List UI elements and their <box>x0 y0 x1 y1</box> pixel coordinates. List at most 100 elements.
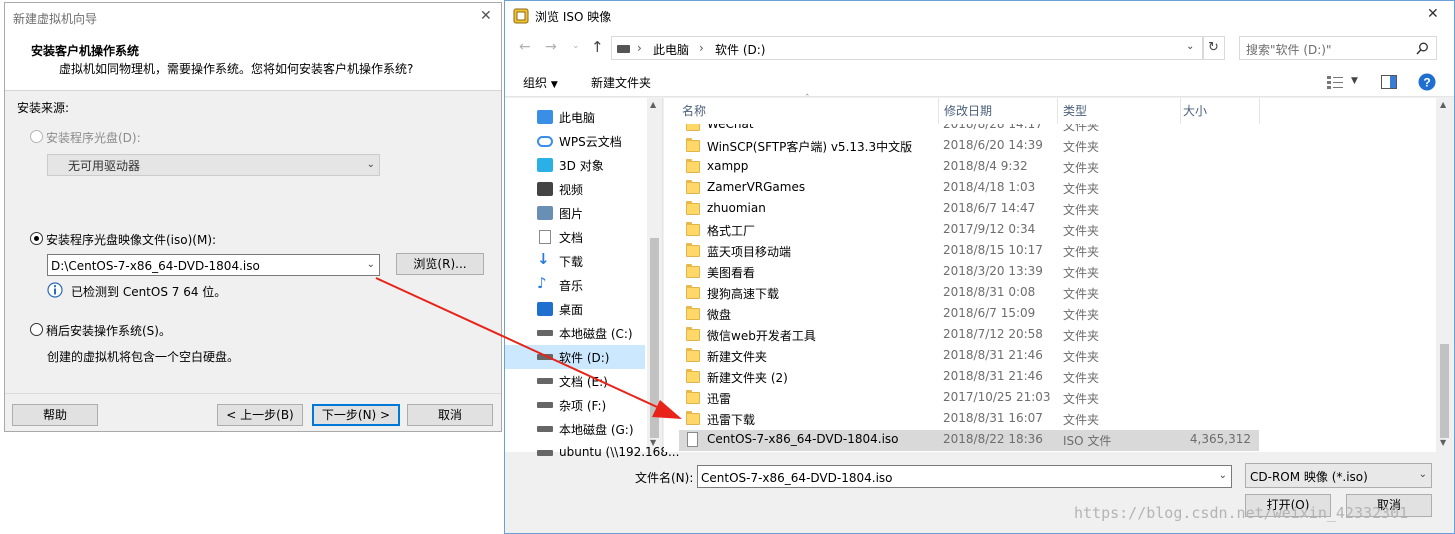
file-icon <box>687 432 698 447</box>
browse-button[interactable]: 浏览(R)... <box>396 253 484 275</box>
folder-row[interactable]: ZamerVRGames 2018/4/18 1:03 文件夹 <box>679 178 1259 199</box>
file-date: 2018/8/15 10:17 <box>943 243 1043 257</box>
chevron-down-icon[interactable]: ⌄ <box>367 255 375 275</box>
command-bar: 组织 ▼ 新建文件夹 ▼ ? <box>505 67 1454 97</box>
folder-row[interactable]: 搜狗高速下载 2018/8/31 0:08 文件夹 <box>679 283 1259 304</box>
up-arrow-icon[interactable]: ↑ <box>591 38 604 56</box>
folder-row[interactable]: WeChat 2018/8/28 14:17 文件夹 <box>679 124 1259 136</box>
nav-item[interactable]: 本地磁盘 (G:) <box>505 417 645 441</box>
folder-row[interactable]: xampp 2018/8/4 9:32 文件夹 <box>679 157 1259 178</box>
network-drive-icon <box>537 450 553 456</box>
nav-scrollbar[interactable]: ▲ ▼ <box>647 98 662 452</box>
video-icon <box>537 182 553 196</box>
nav-item[interactable]: 3D 对象 <box>505 153 645 177</box>
file-date: 2018/8/31 0:08 <box>943 285 1036 299</box>
nav-item[interactable]: 文档 (E:) <box>505 369 645 393</box>
column-header-name[interactable]: 名称 <box>664 101 938 123</box>
column-header-date[interactable]: 修改日期 <box>926 101 1046 123</box>
browse-close-button[interactable]: ✕ <box>1427 6 1439 22</box>
file-rows: WeChat 2018/8/28 14:17 文件夹 WinSCP(SFTP客户端) … <box>664 124 1436 452</box>
file-scrollbar[interactable]: ▲ ▼ <box>1436 98 1453 452</box>
folder-row[interactable]: 微信web开发者工具 2018/7/12 20:58 文件夹 <box>679 325 1259 346</box>
search-input[interactable]: 搜索"软件 (D:)" <box>1239 36 1437 60</box>
scroll-up-icon[interactable]: ▲ <box>1440 100 1446 109</box>
nav-item[interactable]: ♪ 音乐 <box>505 273 645 297</box>
help-icon[interactable]: ? <box>1418 73 1436 91</box>
nav-item[interactable]: 杂项 (F:) <box>505 393 645 417</box>
file-row-iso[interactable]: CentOS-7-x86_64-DVD-1804.iso 2018/8/22 18… <box>679 430 1259 451</box>
drive-icon <box>617 45 630 53</box>
radio-install-later[interactable] <box>30 323 43 336</box>
help-button[interactable]: 帮助 <box>12 404 98 426</box>
column-header-size[interactable]: 大小 <box>1165 101 1255 123</box>
forward-arrow-icon[interactable]: → <box>545 39 557 55</box>
back-arrow-icon[interactable]: ← <box>519 39 531 55</box>
next-button[interactable]: 下一步(N) > <box>312 404 400 426</box>
organize-label: 组织 <box>523 76 548 90</box>
nav-item[interactable]: WPS云文档 <box>505 129 645 153</box>
file-type: 文件夹 <box>1063 182 1100 196</box>
nav-item-label: 软件 (D:) <box>559 351 610 365</box>
recent-locations-icon[interactable]: ⌄ <box>572 41 580 51</box>
file-date: 2018/7/12 20:58 <box>943 327 1043 341</box>
file-scrollbar-thumb[interactable] <box>1440 344 1449 438</box>
nav-item-label: 下载 <box>559 255 584 269</box>
scroll-down-icon[interactable]: ▼ <box>1440 438 1446 447</box>
disc-drive-select[interactable]: 无可用驱动器 ⌄ <box>47 154 380 176</box>
folder-icon <box>686 285 700 299</box>
nav-item[interactable]: ↓ 下载 <box>505 249 645 273</box>
wizard-title: 新建虚拟机向导 <box>13 12 98 26</box>
view-dropdown-icon[interactable]: ▼ <box>1351 76 1358 86</box>
filename-input[interactable]: CentOS-7-x86_64-DVD-1804.iso ⌄ <box>697 465 1232 488</box>
folder-row[interactable]: 格式工厂 2017/9/12 0:34 文件夹 <box>679 220 1259 241</box>
iso-path-input[interactable]: D:\CentOS-7-x86_64-DVD-1804.iso ⌄ <box>47 254 380 276</box>
column-separator <box>1259 98 1260 124</box>
refresh-icon: ↻ <box>1208 40 1219 55</box>
folder-row[interactable]: 蓝天项目移动端 2018/8/15 10:17 文件夹 <box>679 241 1259 262</box>
folder-row[interactable]: zhuomian 2018/6/7 14:47 文件夹 <box>679 199 1259 220</box>
folder-row[interactable]: WinSCP(SFTP客户端) v5.13.3中文版 2018/6/20 14:3… <box>679 136 1259 157</box>
nav-item[interactable]: 图片 <box>505 201 645 225</box>
breadcrumb-this-pc[interactable]: 此电脑 <box>653 41 689 58</box>
chevron-down-icon[interactable]: ⌄ <box>1219 466 1227 486</box>
radio-install-disc[interactable] <box>30 130 43 143</box>
file-type: 文件夹 <box>1063 266 1100 280</box>
nav-item[interactable]: ubuntu (\\192.168... <box>505 441 679 465</box>
back-button[interactable]: < 上一步(B) <box>217 404 303 426</box>
nav-item-label: 此电脑 <box>559 111 596 125</box>
breadcrumb-drive-d[interactable]: 软件 (D:) <box>715 41 765 58</box>
new-folder-button[interactable]: 新建文件夹 <box>591 74 651 91</box>
address-bar[interactable]: › 此电脑 › 软件 (D:) ⌄ <box>611 36 1203 60</box>
folder-row[interactable]: 微盘 2018/6/7 15:09 文件夹 <box>679 304 1259 325</box>
address-dropdown-icon[interactable]: ⌄ <box>1186 41 1194 52</box>
file-type: ISO 文件 <box>1063 434 1112 448</box>
info-icon <box>47 282 63 298</box>
organize-menu[interactable]: 组织 ▼ <box>523 74 558 91</box>
nav-item[interactable]: 桌面 <box>505 297 645 321</box>
view-options-icon[interactable] <box>1327 75 1343 89</box>
folder-row[interactable]: 新建文件夹 2018/8/31 21:46 文件夹 <box>679 346 1259 367</box>
iso-detected-text: 已检测到 CentOS 7 64 位。 <box>71 285 227 299</box>
nav-item-label: 桌面 <box>559 303 584 317</box>
scroll-up-icon[interactable]: ▲ <box>650 100 656 109</box>
column-header-type[interactable]: 类型 <box>1045 101 1165 123</box>
nav-item[interactable]: 本地磁盘 (C:) <box>505 321 645 345</box>
chevron-down-icon: ⌄ <box>366 159 375 170</box>
nav-item[interactable]: 视频 <box>505 177 645 201</box>
nav-item[interactable]: 文档 <box>505 225 645 249</box>
preview-pane-icon[interactable] <box>1381 75 1397 89</box>
music-icon: ♪ <box>537 274 547 292</box>
nav-scrollbar-thumb[interactable] <box>650 238 659 438</box>
nav-item[interactable]: 软件 (D:) <box>505 345 645 369</box>
refresh-button[interactable]: ↻ <box>1203 36 1225 60</box>
folder-row[interactable]: 新建文件夹 (2) 2018/8/31 21:46 文件夹 <box>679 367 1259 388</box>
cancel-button[interactable]: 取消 <box>407 404 493 426</box>
breadcrumb-sep: › <box>699 41 704 55</box>
folder-row[interactable]: 迅雷下载 2018/8/31 16:07 文件夹 <box>679 409 1259 430</box>
folder-row[interactable]: 美图看看 2018/3/20 13:39 文件夹 <box>679 262 1259 283</box>
radio-install-iso[interactable] <box>30 232 43 245</box>
nav-item[interactable]: 此电脑 <box>505 105 645 129</box>
wizard-close-button[interactable]: ✕ <box>480 8 492 24</box>
folder-row[interactable]: 迅雷 2017/10/25 21:03 文件夹 <box>679 388 1259 409</box>
file-type-filter[interactable]: CD-ROM 映像 (*.iso) ⌄ <box>1245 463 1432 488</box>
